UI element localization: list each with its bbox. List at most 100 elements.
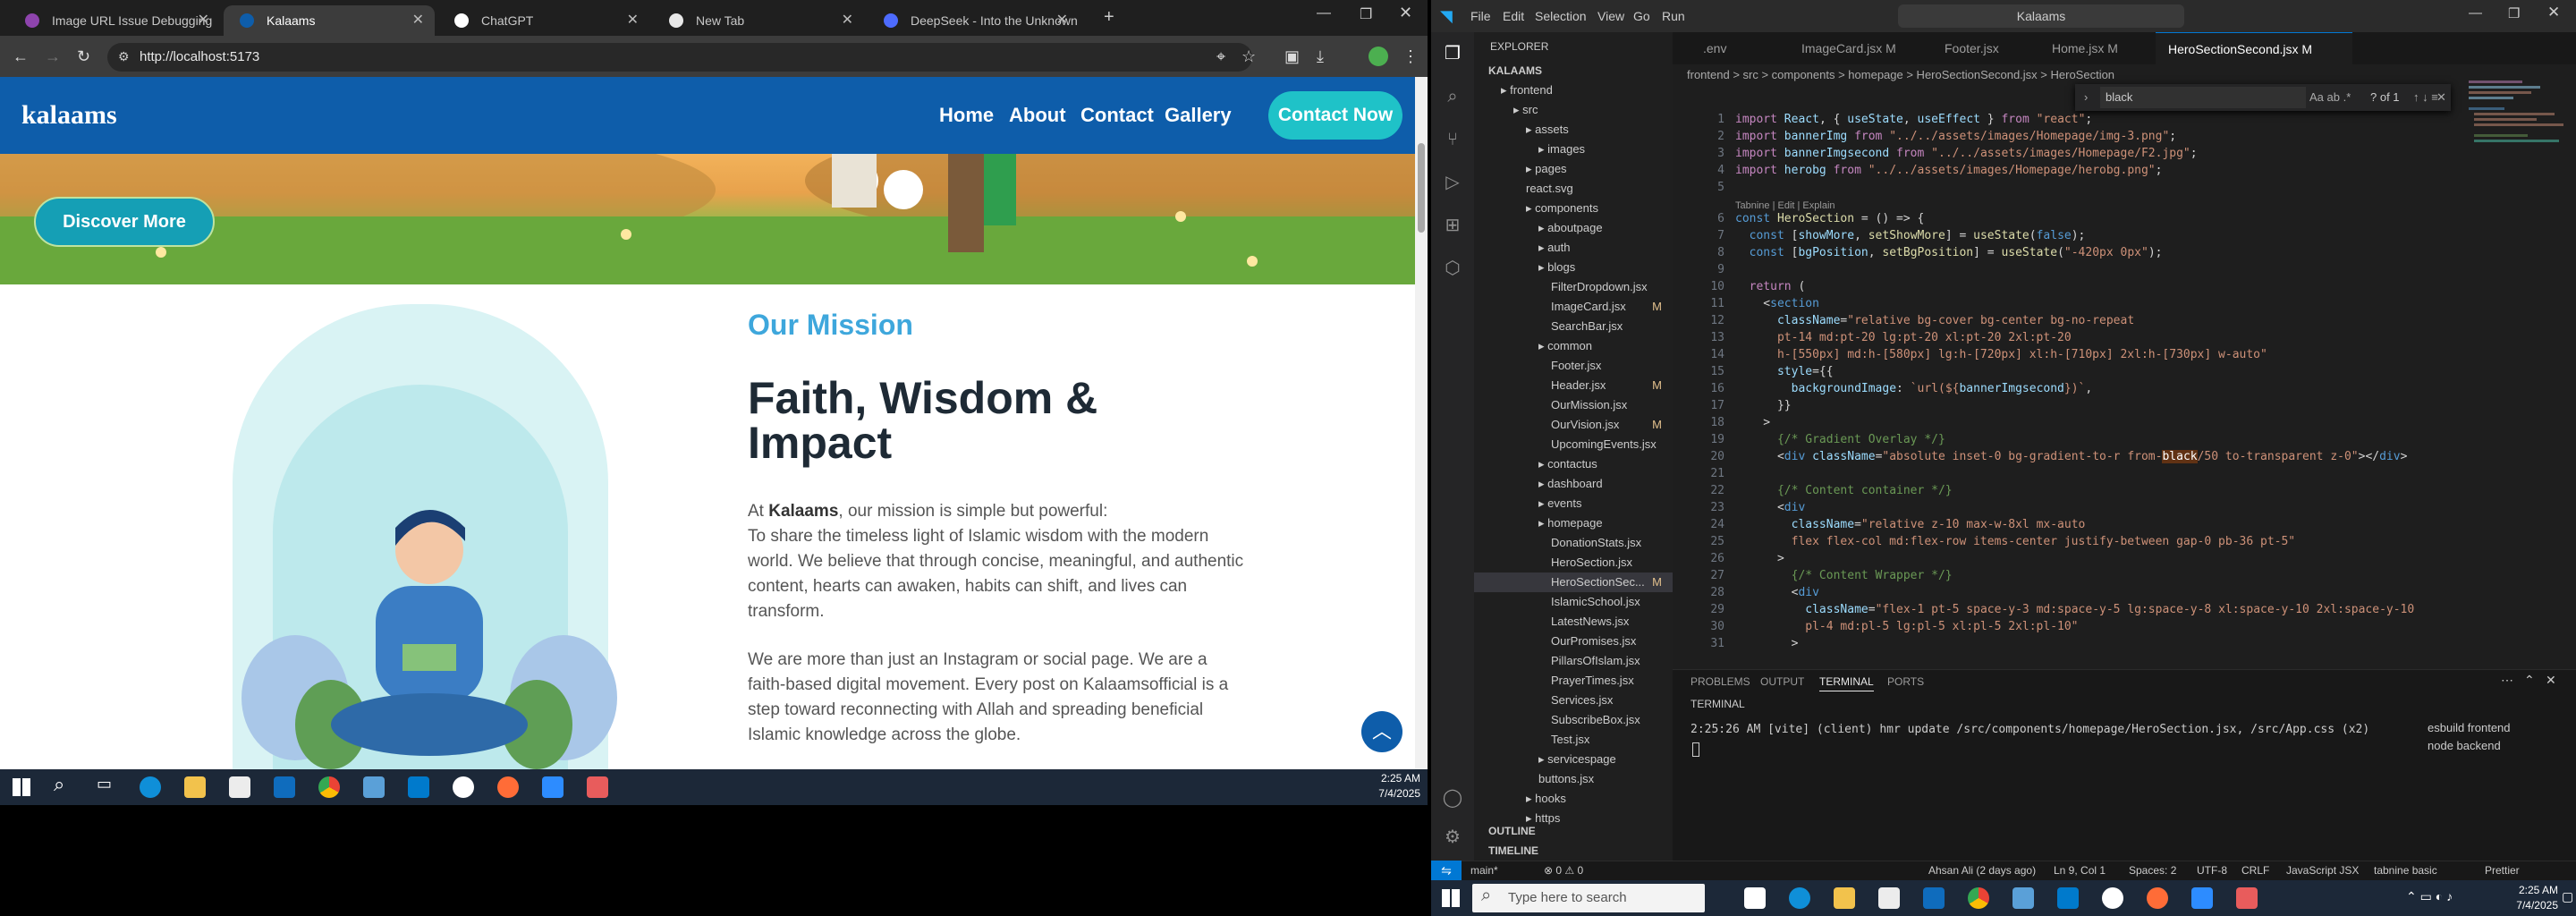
page-scrollbar-thumb[interactable] — [1418, 143, 1425, 233]
postman-icon[interactable] — [497, 776, 519, 798]
tree-item[interactable]: ▸ servicespage — [1474, 750, 1673, 769]
menu-view[interactable]: View — [1597, 0, 1624, 32]
tree-item[interactable]: HeroSection.jsx — [1474, 553, 1673, 572]
search-view-icon[interactable]: ⌕ — [1442, 86, 1463, 107]
vs-minimize-icon[interactable]: — — [2469, 5, 2482, 21]
chrome-tab-1[interactable]: Kalaams ✕ — [224, 5, 435, 36]
status-prettier[interactable]: Prettier — [2485, 861, 2520, 880]
settings-gear-icon[interactable]: ⚙ — [1442, 827, 1463, 848]
status-tabnine[interactable]: tabnine basic — [2374, 861, 2437, 880]
code-line[interactable]: pl-4 md:pl-5 lg:pl-5 xl:pl-5 2xl:pl-10" — [1735, 618, 2078, 635]
code-line[interactable]: return ( — [1735, 278, 1806, 295]
nav-contact[interactable]: Contact — [1080, 104, 1154, 127]
find-close-icon[interactable]: ✕ — [2436, 84, 2446, 111]
panel-maximize-icon[interactable]: ⌃ — [2524, 673, 2535, 688]
timeline-section[interactable]: TIMELINE — [1488, 841, 1538, 861]
tray-icons[interactable]: ⌃ ▭ ◐ ♪ — [2406, 889, 2453, 904]
code-line[interactable]: <div — [1735, 499, 1805, 516]
task-view-icon-right[interactable] — [1744, 887, 1766, 909]
tree-item[interactable]: UpcomingEvents.jsx — [1474, 435, 1673, 454]
code-line[interactable]: > — [1735, 550, 1784, 567]
editor-tab-env[interactable]: .env — [1690, 32, 1780, 64]
code-line[interactable]: const [showMore, setShowMore] = useState… — [1735, 227, 2086, 244]
code-line[interactable]: {/* Content Wrapper */} — [1735, 567, 1953, 584]
tree-item[interactable]: PillarsOfIslam.jsx — [1474, 651, 1673, 671]
taskbar-clock-left[interactable]: 2:25 AM 7/4/2025 — [1368, 771, 1420, 802]
code-line[interactable]: style={{ — [1735, 363, 1834, 380]
tree-item[interactable]: ▸ assets — [1474, 120, 1673, 140]
code-line[interactable]: import herobg from "../../assets/images/… — [1735, 162, 2162, 179]
remote-explorer-icon[interactable]: ⬡ — [1442, 258, 1463, 279]
app-icon[interactable] — [363, 776, 385, 798]
close-icon[interactable]: ✕ — [1399, 4, 1412, 22]
tree-item[interactable]: ▸ homepage — [1474, 513, 1673, 533]
store-icon[interactable] — [229, 776, 250, 798]
code-line[interactable]: className="relative bg-cover bg-center b… — [1735, 312, 2134, 329]
reload-icon[interactable]: ↻ — [77, 36, 90, 77]
scroll-to-top-button[interactable]: ︿ — [1361, 711, 1402, 752]
tree-item[interactable]: Header.jsx M — [1474, 376, 1673, 395]
tree-item[interactable]: ▸ pages — [1474, 159, 1673, 179]
chrome-tab-2[interactable]: ChatGPT ✕ — [438, 5, 649, 36]
app-icon-right[interactable] — [2012, 887, 2034, 909]
tree-item[interactable]: FilterDropdown.jsx — [1474, 277, 1673, 297]
app-icon-right-2[interactable] — [2102, 887, 2123, 909]
url-text[interactable]: http://localhost:5173 — [140, 43, 259, 72]
site-info-icon[interactable]: ⚙ — [118, 49, 130, 64]
task-view-icon[interactable]: ▭ — [97, 775, 112, 793]
nav-about[interactable]: About — [1009, 104, 1066, 127]
contact-now-button[interactable]: Contact Now — [1268, 91, 1402, 140]
store-icon-right[interactable] — [1878, 887, 1900, 909]
minimap[interactable] — [2469, 81, 2567, 224]
chrome-tab-3[interactable]: New Tab ✕ — [653, 5, 864, 36]
panel-tab-terminal[interactable]: TERMINAL — [1819, 673, 1874, 691]
chrome-tab-4[interactable]: DeepSeek - Into the Unknown ✕ — [868, 5, 1079, 36]
extension-icon[interactable]: ▣ — [1284, 36, 1300, 77]
site-logo[interactable]: kalaams — [21, 100, 117, 131]
tree-item[interactable]: ImageCard.jsx M — [1474, 297, 1673, 317]
breadcrumb[interactable]: frontend > src > components > homepage >… — [1687, 66, 2114, 84]
status-problems[interactable]: ⊗ 0 ⚠ 0 — [1544, 861, 1583, 880]
code-line[interactable]: h-[550px] md:h-[580px] lg:h-[720px] xl:h… — [1735, 346, 2267, 363]
menu-selection[interactable]: Selection — [1535, 0, 1587, 32]
explorer-icon[interactable]: ❐ — [1442, 43, 1463, 64]
chrome-tab-0[interactable]: Image URL Issue Debugging ✕ — [9, 5, 220, 36]
remote-icon[interactable]: ⇋ — [1431, 861, 1462, 880]
code-line[interactable]: className="relative z-10 max-w-8xl mx-au… — [1735, 516, 2086, 533]
panel-tab-problems[interactable]: PROBLEMS — [1690, 673, 1750, 691]
terminal-item-node[interactable]: node backend — [2428, 739, 2501, 752]
status-blame[interactable]: Ahsan Ali (2 days ago) — [1928, 861, 2036, 880]
menu-edit[interactable]: Edit — [1503, 0, 1524, 32]
tree-item[interactable]: Test.jsx — [1474, 730, 1673, 750]
editor-tab-herosectionsecond[interactable]: HeroSectionSecond.jsx M — [2156, 32, 2352, 64]
minimize-icon[interactable]: — — [1317, 5, 1331, 21]
code-line[interactable]: className="flex-1 pt-5 space-y-3 md:spac… — [1735, 601, 2414, 618]
vs-restore-icon[interactable]: ❐ — [2508, 5, 2520, 21]
panel-tab-ports[interactable]: PORTS — [1887, 673, 1924, 691]
tree-item[interactable]: SubscribeBox.jsx — [1474, 710, 1673, 730]
zoom-icon[interactable] — [542, 776, 564, 798]
location-icon[interactable]: ⌖ — [1216, 36, 1225, 77]
tree-item[interactable]: buttons.jsx — [1474, 769, 1673, 789]
panel-close-icon[interactable]: ✕ — [2546, 673, 2556, 688]
tree-item[interactable]: ▸ frontend — [1474, 81, 1673, 100]
extensions-icon[interactable]: ⊞ — [1442, 215, 1463, 236]
tree-item[interactable]: IslamicSchool.jsx — [1474, 592, 1673, 612]
run-debug-icon[interactable]: ▷ — [1442, 172, 1463, 193]
status-position[interactable]: Ln 9, Col 1 — [2054, 861, 2106, 880]
forward-icon[interactable]: → — [45, 36, 61, 77]
status-encoding[interactable]: UTF-8 — [2197, 861, 2227, 880]
find-options-icon[interactable]: Aa ab .* — [2309, 84, 2351, 111]
tab-close-icon[interactable]: ✕ — [627, 5, 639, 36]
status-branch[interactable]: main* — [1470, 861, 1498, 880]
app-icon-3[interactable] — [587, 776, 608, 798]
downloads-icon[interactable]: ⤓ — [1317, 36, 1324, 77]
vscode-icon-right[interactable] — [2057, 887, 2079, 909]
chrome-taskbar-icon[interactable] — [318, 776, 340, 798]
tab-close-icon[interactable]: ✕ — [198, 5, 209, 36]
tab-close-icon[interactable]: ✕ — [412, 5, 424, 36]
status-language[interactable]: JavaScript JSX — [2286, 861, 2359, 880]
code-line[interactable]: <div className="absolute inset-0 bg-grad… — [1735, 448, 2407, 465]
tree-item[interactable]: KALAAMS — [1474, 61, 1673, 81]
code-line[interactable]: > — [1735, 414, 1770, 431]
